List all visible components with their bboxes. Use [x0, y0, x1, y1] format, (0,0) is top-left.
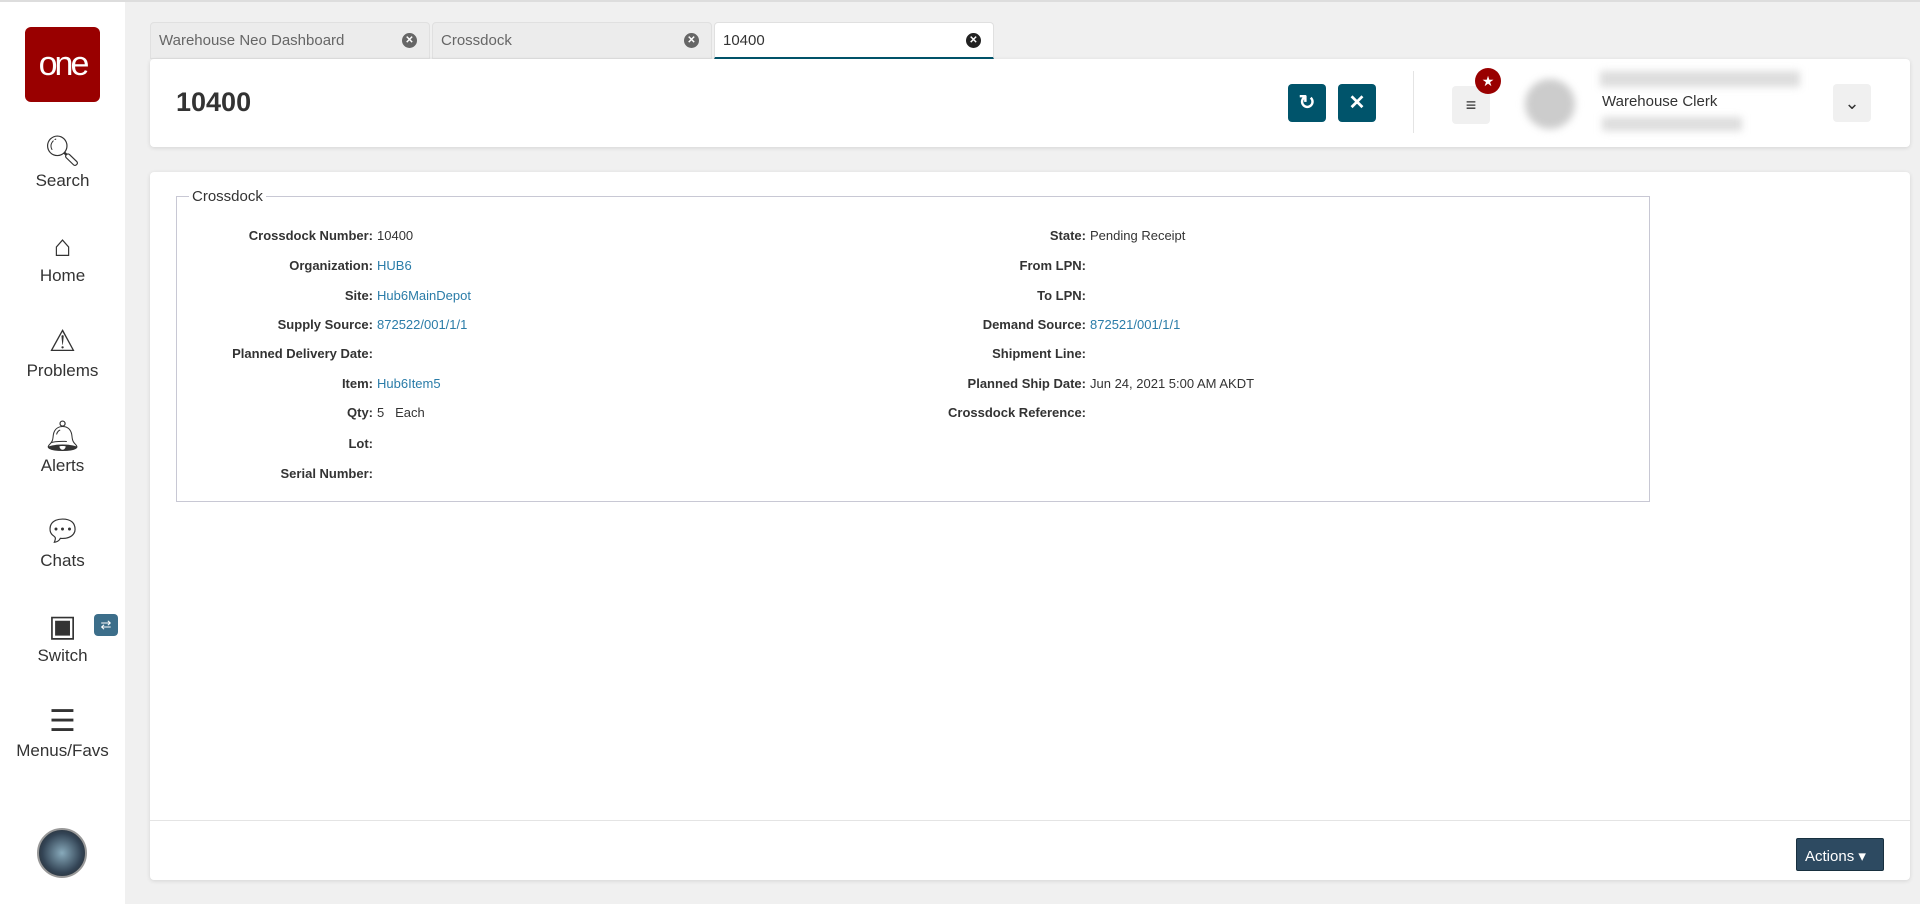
refresh-icon: ↻: [1298, 92, 1316, 114]
field-label: From LPN:: [1019, 258, 1086, 273]
field-label: Planned Ship Date:: [967, 376, 1086, 391]
close-tab-icon[interactable]: ✕: [966, 33, 981, 48]
tab-label: Warehouse Neo Dashboard: [159, 32, 345, 49]
user-name-redacted: [1600, 71, 1800, 87]
swap-icon[interactable]: ⇄: [94, 614, 118, 636]
field-value-link[interactable]: HUB6: [377, 258, 412, 273]
refresh-button[interactable]: ↻: [1288, 84, 1326, 122]
field-value: 10400: [377, 228, 414, 243]
field-label: Site:: [344, 288, 373, 303]
field-label: Organization:: [289, 258, 373, 273]
field-value-link[interactable]: 872521/001/1/1: [1090, 317, 1180, 332]
chevron-down-icon: ⌄: [1844, 93, 1860, 113]
tab-label: 10400: [723, 32, 765, 49]
sidebar-item-alerts[interactable]: 🔔︎ Alerts: [0, 420, 125, 476]
one-logo[interactable]: one: [25, 27, 100, 102]
menu-icon: ≡: [1465, 95, 1477, 115]
warning-icon: ⚠︎: [49, 325, 76, 358]
field-label: Item:: [341, 376, 373, 391]
field-label: Crossdock Number:: [248, 228, 373, 243]
sidebar-item-search[interactable]: 🔍︎ Search: [0, 135, 125, 191]
field-label: Demand Source:: [982, 317, 1086, 332]
field-label: Planned Delivery Date:: [232, 346, 373, 361]
sidebar-item-label: Switch: [37, 646, 88, 665]
page-title: 10400: [176, 87, 252, 117]
user-avatar: [1525, 79, 1575, 129]
sidebar-item-home[interactable]: ⌂ Home: [0, 230, 125, 286]
close-icon: ✕: [1348, 92, 1366, 114]
actions-button[interactable]: Actions ▾: [1796, 838, 1884, 871]
sidebar-item-label: Chats: [40, 551, 85, 570]
footer-divider: [150, 820, 1910, 821]
sidebar-item-menus-favs[interactable]: ☰ Menus/Favs: [0, 705, 125, 761]
tab-label: Crossdock: [441, 32, 512, 49]
tab-10400[interactable]: 10400 ✕: [714, 22, 994, 59]
close-button[interactable]: ✕: [1338, 84, 1376, 122]
field-value-link[interactable]: Hub6Item5: [377, 376, 441, 391]
field-label: Serial Number:: [280, 466, 373, 481]
sidebar-item-label: Search: [35, 171, 90, 190]
section-legend: Crossdock: [192, 188, 263, 205]
field-label: Qty:: [347, 405, 373, 420]
field-value: 5 Each: [377, 405, 425, 420]
sidebar-item-label: Alerts: [40, 456, 85, 475]
menu-icon: ☰: [49, 705, 76, 738]
close-tab-icon[interactable]: ✕: [402, 33, 417, 48]
field-label: Supply Source:: [277, 317, 373, 332]
home-icon: ⌂: [53, 230, 72, 263]
page-header: 10400 ↻ ✕ ≡ Warehouse Clerk ⌄: [150, 59, 1910, 147]
tab-warehouse-neo-dashboard[interactable]: Warehouse Neo Dashboard ✕: [150, 22, 430, 59]
star-badge-icon: ★: [1475, 68, 1501, 94]
sidebar-item-problems[interactable]: ⚠︎ Problems: [0, 325, 125, 381]
field-value: Pending Receipt: [1090, 228, 1186, 243]
chat-icon: 💬︎: [43, 515, 82, 548]
field-label: State:: [1049, 228, 1086, 243]
close-tab-icon[interactable]: ✕: [684, 33, 699, 48]
sidebar-item-label: Problems: [26, 361, 99, 380]
field-label: Crossdock Reference:: [948, 405, 1086, 420]
actions-label: Actions: [1805, 848, 1855, 865]
assistant-avatar[interactable]: [37, 828, 87, 878]
field-label: Lot:: [348, 436, 373, 451]
sidebar: one 🔍︎ Search ⌂ Home ⚠︎ Problems 🔔︎ Alerts 💬…: [0, 2, 125, 904]
sidebar-item-chats[interactable]: 💬︎ Chats: [0, 515, 125, 571]
sidebar-item-label: Menus/Favs: [16, 741, 109, 760]
field-label: To LPN:: [1037, 288, 1086, 303]
field-value-link[interactable]: 872522/001/1/1: [377, 317, 467, 332]
caret-down-icon: ▾: [1858, 848, 1866, 865]
search-icon: 🔍︎: [43, 135, 82, 168]
sidebar-item-label: Home: [39, 266, 86, 285]
bell-icon: 🔔︎: [43, 420, 82, 453]
field-label: Shipment Line:: [992, 346, 1086, 361]
user-menu-dropdown[interactable]: ⌄: [1833, 84, 1871, 122]
user-role: Warehouse Clerk: [1602, 93, 1718, 110]
field-value-link[interactable]: Hub6MainDepot: [377, 288, 471, 303]
field-value: Jun 24, 2021 5:00 AM AKDT: [1090, 376, 1255, 391]
divider: [1413, 71, 1414, 133]
tab-crossdock[interactable]: Crossdock ✕: [432, 22, 712, 59]
user-org-redacted: [1602, 117, 1742, 131]
